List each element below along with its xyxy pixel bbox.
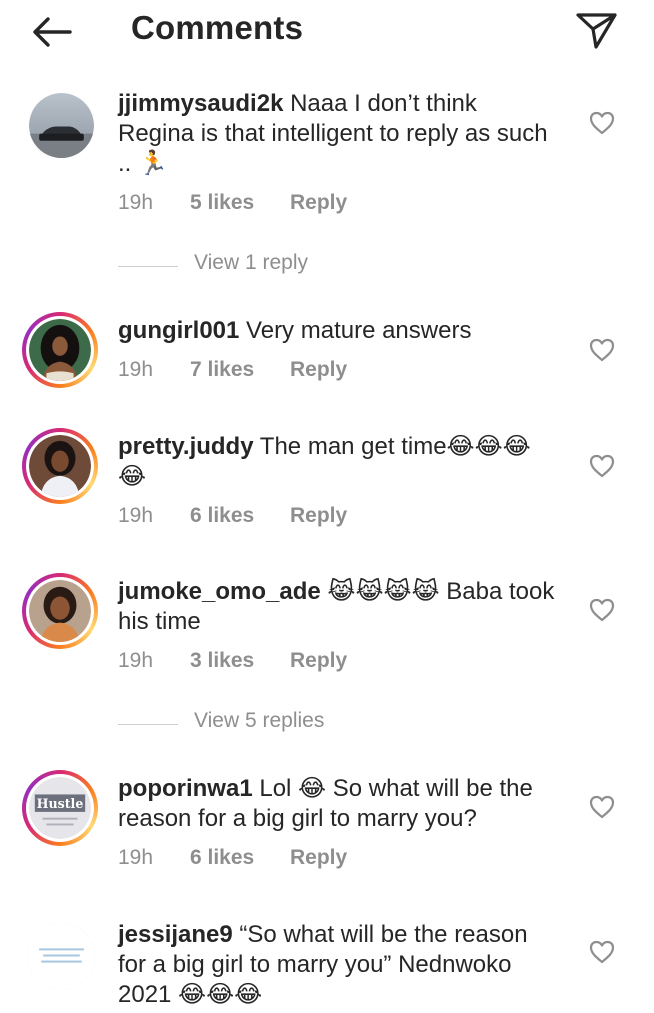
- profile-photo: [29, 924, 94, 989]
- comment-username[interactable]: jjimmysaudi2k: [118, 90, 283, 117]
- comment-body: pretty.juddy The man get time😂😂😂😂: [118, 432, 558, 492]
- comment-body: jumoke_omo_ade 😹😹😹😹 Baba took his time: [118, 577, 558, 637]
- reply-button[interactable]: Reply: [290, 504, 347, 528]
- like-button[interactable]: [588, 794, 616, 820]
- profile-photo: [29, 580, 91, 642]
- profile-photo: Hustle: [29, 777, 91, 839]
- car-photo: [29, 93, 94, 158]
- comment-body: jessijane9 “So what will be the reason f…: [118, 920, 558, 1010]
- header-bar: Comments: [0, 0, 654, 62]
- paper-plane-icon: [576, 13, 617, 49]
- like-button[interactable]: [588, 939, 616, 965]
- avatar[interactable]: [22, 428, 98, 504]
- comment-likes[interactable]: 6 likes: [190, 846, 254, 870]
- like-button[interactable]: [588, 453, 616, 479]
- heart-outline-icon: [589, 454, 615, 478]
- comment-time: 19h: [118, 649, 154, 672]
- avatar[interactable]: [22, 573, 98, 649]
- reply-button[interactable]: Reply: [290, 191, 347, 215]
- heart-outline-icon: [589, 598, 615, 622]
- reply-button[interactable]: Reply: [290, 649, 347, 673]
- comment-likes[interactable]: 6 likes: [190, 504, 254, 528]
- share-button[interactable]: [574, 10, 620, 52]
- reply-button[interactable]: Reply: [290, 846, 347, 870]
- comment-time: 19h: [118, 191, 154, 214]
- heart-outline-icon: [589, 940, 615, 964]
- avatar[interactable]: Hustle: [22, 770, 98, 846]
- comment-likes[interactable]: 3 likes: [190, 649, 254, 673]
- comment-time: 19h: [118, 358, 154, 381]
- avatar[interactable]: [28, 92, 95, 159]
- view-replies-button[interactable]: View 1 reply: [118, 251, 418, 281]
- avatar[interactable]: [22, 312, 98, 388]
- divider: [118, 266, 178, 267]
- avatar[interactable]: [28, 923, 95, 990]
- like-button[interactable]: [588, 110, 616, 136]
- back-button[interactable]: [28, 12, 76, 52]
- profile-photo: [29, 435, 91, 497]
- avatar-logo-text: Hustle: [37, 796, 84, 811]
- view-replies-button[interactable]: View 5 replies: [118, 709, 418, 739]
- view-replies-label: View 5 replies: [194, 709, 325, 732]
- comment-time: 19h: [118, 846, 154, 869]
- page-title: Comments: [131, 9, 304, 46]
- comment-body: gungirl001 Very mature answers: [118, 316, 558, 346]
- comment-username[interactable]: pretty.juddy: [118, 433, 254, 460]
- heart-outline-icon: [589, 338, 615, 362]
- arrow-left-icon: [33, 17, 72, 47]
- heart-outline-icon: [589, 111, 615, 135]
- comment-body: poporinwa1 Lol 😂 So what will be the rea…: [118, 774, 558, 834]
- comment-text: Very mature answers: [246, 317, 472, 344]
- comment-username[interactable]: poporinwa1: [118, 775, 253, 802]
- profile-photo: [29, 319, 91, 381]
- comment-username[interactable]: jessijane9: [118, 921, 233, 948]
- view-replies-label: View 1 reply: [194, 251, 309, 274]
- comment-time: 19h: [118, 504, 154, 527]
- like-button[interactable]: [588, 337, 616, 363]
- comment-username[interactable]: jumoke_omo_ade: [118, 578, 321, 605]
- comment-likes[interactable]: 5 likes: [190, 191, 254, 215]
- comment-username[interactable]: gungirl001: [118, 317, 239, 344]
- comment-body: jjimmysaudi2k Naaa I don’t think Regina …: [118, 89, 558, 179]
- divider: [118, 724, 178, 725]
- comment-likes[interactable]: 7 likes: [190, 358, 254, 382]
- reply-button[interactable]: Reply: [290, 358, 347, 382]
- heart-outline-icon: [589, 795, 615, 819]
- like-button[interactable]: [588, 597, 616, 623]
